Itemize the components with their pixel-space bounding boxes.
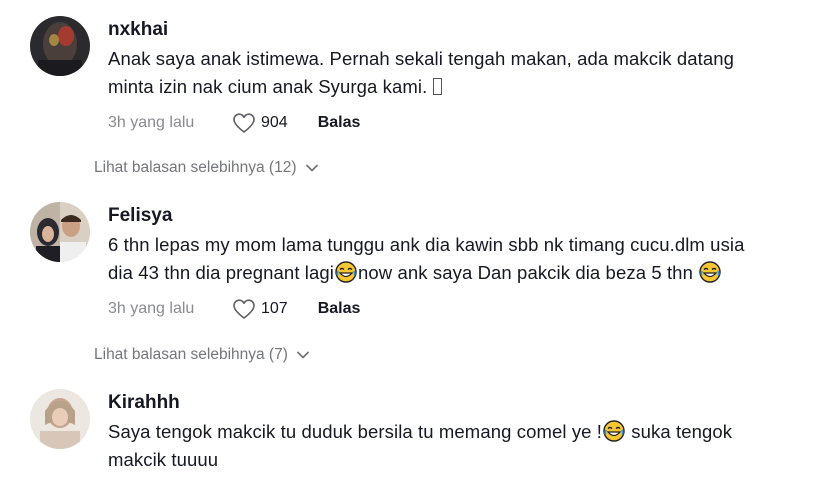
heart-outline-icon	[233, 299, 255, 319]
timestamp: 3h yang lalu	[108, 300, 195, 317]
comment-text: Saya tengok makcik tu duduk bersila tu m…	[108, 420, 733, 470]
avatar[interactable]	[30, 202, 90, 262]
missing-glyph-icon	[433, 78, 443, 95]
username[interactable]: Felisya	[108, 205, 808, 227]
like-count: 904	[261, 114, 288, 131]
chevron-down-icon	[305, 164, 318, 172]
comment-text: Anak saya anak istimewa. Pernah sekali t…	[108, 48, 735, 97]
heart-outline-icon	[233, 113, 255, 133]
username[interactable]: nxkhai	[108, 19, 808, 41]
avatar[interactable]	[30, 16, 90, 76]
username[interactable]: Kirahhh	[108, 392, 808, 414]
timestamp: 3h yang lalu	[108, 114, 195, 131]
chevron-down-icon	[296, 351, 309, 359]
like-button[interactable]: 107	[232, 298, 288, 320]
like-count: 107	[261, 300, 288, 317]
like-button[interactable]: 904	[232, 112, 288, 134]
tears-of-joy-emoji	[603, 420, 625, 442]
avatar[interactable]	[30, 389, 90, 449]
view-more-replies[interactable]: Lihat balasan selebihnya (12)	[94, 159, 319, 177]
reply-button[interactable]: Balas	[318, 300, 361, 318]
tears-of-joy-emoji	[699, 261, 721, 283]
comment-text: 6 thn lepas my mom lama tunggu ank dia k…	[108, 234, 745, 283]
view-more-replies[interactable]: Lihat balasan selebihnya (7)	[94, 346, 310, 364]
reply-button[interactable]: Balas	[318, 114, 361, 132]
tears-of-joy-emoji	[335, 261, 357, 283]
